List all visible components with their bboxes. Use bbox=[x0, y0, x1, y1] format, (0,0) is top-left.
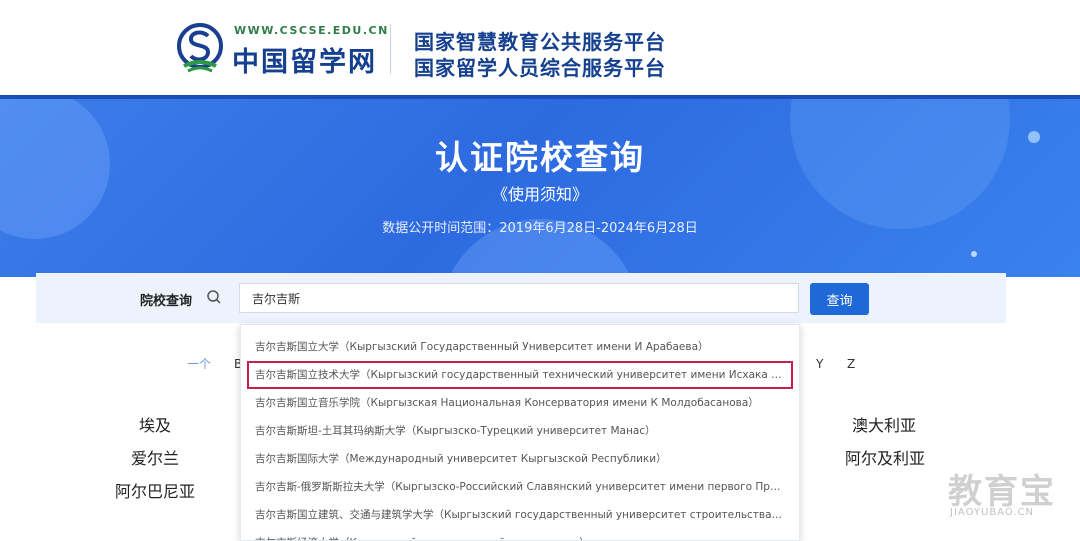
search-button[interactable]: 查询 bbox=[810, 283, 869, 315]
suggestion-item[interactable]: 吉尔吉斯国际大学（Международный университет Кыргы… bbox=[241, 445, 799, 473]
search-suggestions-dropdown: 吉尔吉斯国立大学（Кыргызский Государственный Унив… bbox=[240, 324, 800, 541]
suggestion-item[interactable]: 吉尔吉斯国立音乐学院（Кыргызская Национальная Консе… bbox=[241, 389, 799, 417]
hero-banner: 认证院校查询 《使用须知》 数据公开时间范围：2019年6月28日-2024年6… bbox=[0, 95, 1080, 277]
suggestion-item[interactable]: 吉尔吉斯国立建筑、交通与建筑学大学（Кыргызский государстве… bbox=[241, 501, 799, 529]
usage-notice-link[interactable]: 《使用须知》 bbox=[0, 181, 1080, 205]
logo-name[interactable]: 中国留学网 bbox=[232, 40, 377, 79]
letter-filter-all[interactable]: 一个 bbox=[187, 355, 211, 372]
suggestion-list: 吉尔吉斯国立大学（Кыргызский Государственный Унив… bbox=[241, 325, 799, 540]
suggestion-item[interactable]: 吉尔吉斯-俄罗斯斯拉夫大学（Кыргызско-Российский Славя… bbox=[241, 473, 799, 501]
site-header: WWW.CSCSE.EDU.CN 中国留学网 国家智慧教育公共服务平台 国家留学… bbox=[0, 0, 1080, 95]
country-item[interactable]: 埃及 bbox=[139, 412, 171, 436]
search-icon bbox=[207, 290, 221, 304]
search-label: 院校查询 bbox=[140, 294, 193, 309]
watermark-logo: 教育宝 bbox=[948, 472, 1056, 512]
suggestion-item[interactable]: 吉尔吉斯经济大学（Кыргызский экономический универ… bbox=[241, 529, 799, 540]
platform-title-1: 国家智慧教育公共服务平台 bbox=[414, 30, 666, 54]
data-date-range: 数据公开时间范围：2019年6月28日-2024年6月28日 bbox=[382, 221, 698, 236]
platform-title-2: 国家留学人员综合服务平台 bbox=[414, 56, 666, 80]
country-item[interactable]: 澳大利亚 bbox=[852, 412, 916, 436]
suggestion-item-highlighted[interactable]: 吉尔吉斯国立技术大学（Кыргызский государственный те… bbox=[247, 361, 793, 389]
country-item[interactable]: 阿尔及利亚 bbox=[845, 445, 925, 469]
letter-filter-item[interactable]: Z bbox=[847, 357, 855, 371]
country-item[interactable]: 阿尔巴尼亚 bbox=[115, 478, 195, 502]
suggestion-item[interactable]: 吉尔吉斯斯坦-土耳其玛纳斯大学（Кыргызско-Турецкий униве… bbox=[241, 417, 799, 445]
page-title: 认证院校查询 bbox=[435, 138, 645, 177]
letter-filter-item[interactable]: Y bbox=[816, 357, 823, 371]
logo-url: WWW.CSCSE.EDU.CN bbox=[234, 24, 389, 37]
search-input[interactable] bbox=[239, 283, 799, 313]
cscse-logo-icon[interactable] bbox=[176, 22, 224, 74]
country-item[interactable]: 爱尔兰 bbox=[131, 445, 179, 469]
header-divider bbox=[390, 24, 391, 74]
suggestion-item[interactable]: 吉尔吉斯国立大学（Кыргызский Государственный Унив… bbox=[241, 333, 799, 361]
watermark-url: JIAOYUBAO.CN bbox=[950, 507, 1034, 518]
decor-dot bbox=[971, 251, 977, 257]
